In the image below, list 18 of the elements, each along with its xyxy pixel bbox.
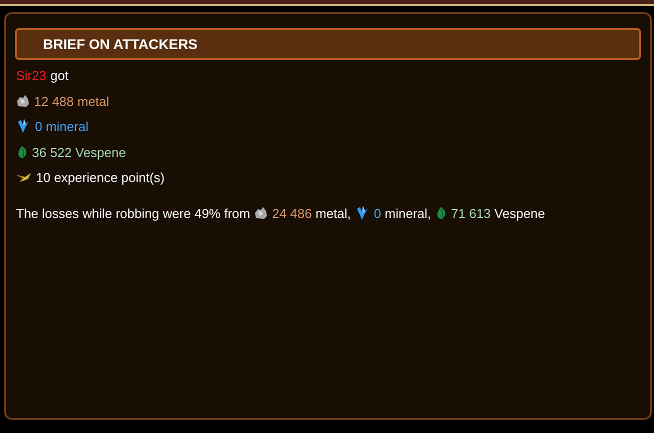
panel-title: BRIEF ON ATTACKERS bbox=[43, 34, 198, 54]
loss-amount: 24 486 metal, bbox=[272, 204, 351, 222]
loot-amount: 36 522 Vespene bbox=[32, 144, 126, 162]
loss-amount: 71 613 Vespene bbox=[451, 204, 546, 223]
ore-icon bbox=[16, 94, 30, 108]
player-name: Sir23 bbox=[16, 67, 46, 85]
loot-amount: 10 experience point(s) bbox=[36, 169, 165, 187]
crystal-icon bbox=[354, 206, 370, 221]
ore-icon bbox=[254, 206, 268, 220]
leaf-icon bbox=[435, 206, 448, 220]
leaf-icon bbox=[16, 145, 28, 160]
winged-icon bbox=[16, 172, 32, 184]
loot-amount: 12 488 metal bbox=[34, 92, 110, 110]
loss-amount: 0 mineral, bbox=[374, 204, 432, 222]
loot-amount: 0 mineral bbox=[35, 118, 88, 136]
losses-text: The losses while robbing were 49% from bbox=[16, 204, 250, 223]
crystal-icon bbox=[16, 119, 31, 134]
got-text: got bbox=[50, 67, 68, 85]
